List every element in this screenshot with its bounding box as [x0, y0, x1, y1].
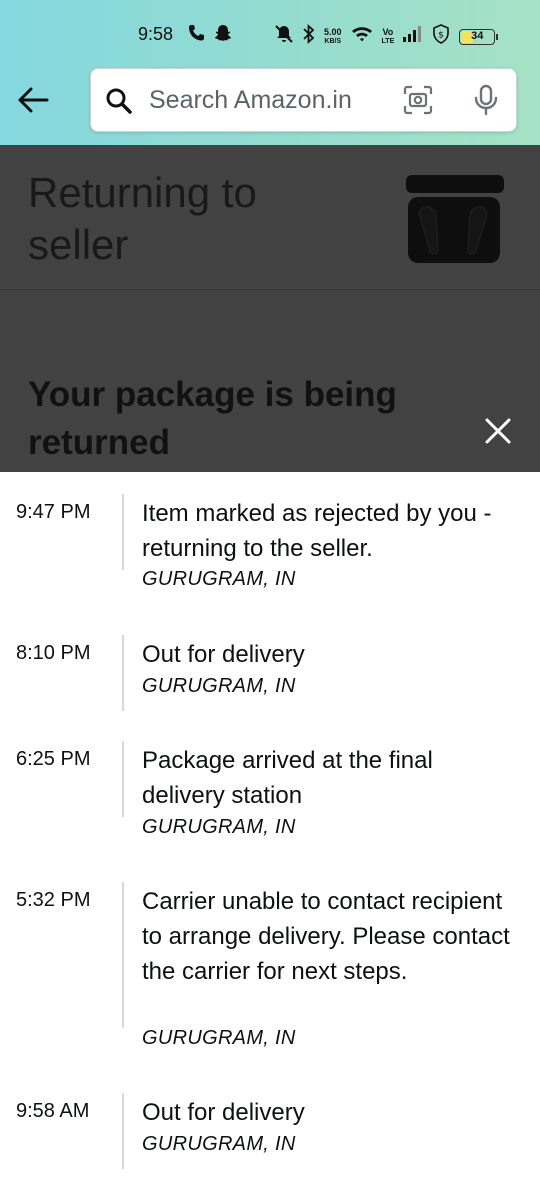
event-location: GURUGRAM, IN: [142, 1027, 296, 1049]
divider: [0, 289, 540, 290]
event-time: 8:10 PM: [16, 642, 91, 664]
app-header: 9:58 5.00 KB/S Vo LTE $ 34 Search Amazon…: [0, 0, 540, 145]
back-button[interactable]: [14, 82, 52, 118]
status-bar: 9:58 5.00 KB/S Vo LTE $ 34: [0, 18, 540, 54]
battery-level: 34: [471, 29, 484, 42]
event-description: Item marked as rejected by you - returni…: [142, 500, 492, 562]
event-location: GURUGRAM, IN: [142, 675, 296, 697]
network-speed: 5.00 KB/S: [324, 26, 342, 45]
search-input[interactable]: Search Amazon.in: [90, 68, 517, 132]
wifi-icon: [351, 25, 373, 48]
vpn-shield-icon: $: [432, 24, 450, 49]
status-time: 9:58: [138, 24, 174, 44]
event-time: 9:58 AM: [16, 1100, 90, 1122]
timeline-bar: [122, 741, 124, 817]
package-status-heading: Your package is being returned: [28, 375, 397, 462]
timeline-bar: [122, 635, 124, 711]
timeline-bar: [122, 1093, 124, 1169]
bluetooth-icon: [303, 23, 315, 49]
product-image: [402, 171, 506, 267]
event-location: GURUGRAM, IN: [142, 568, 296, 590]
page-title: Returning to seller: [28, 169, 257, 268]
event-time: 5:32 PM: [16, 889, 91, 911]
volte-indicator: Vo LTE: [381, 26, 395, 45]
camera-scan-icon[interactable]: [403, 85, 433, 120]
search-icon: [105, 87, 133, 120]
event-location: GURUGRAM, IN: [142, 1133, 296, 1155]
event-location: GURUGRAM, IN: [142, 816, 296, 838]
page-content-overlay: Returning to seller Your package is bein…: [0, 145, 540, 472]
microphone-icon[interactable]: [473, 84, 499, 121]
back-arrow-icon: [18, 87, 49, 113]
phone-icon: [188, 24, 204, 47]
snapchat-icon: [214, 24, 232, 47]
close-button[interactable]: [480, 413, 516, 449]
event-description: Package arrived at the final delivery st…: [142, 747, 433, 809]
timeline-bar: [122, 882, 124, 1028]
battery-icon: 34: [459, 28, 499, 45]
tracking-events-sheet: 9:47 PM Item marked as rejected by you -…: [0, 472, 540, 1200]
svg-text:$: $: [438, 31, 444, 41]
signal-icon: [403, 26, 423, 47]
mute-icon: [274, 24, 294, 49]
event-description: Out for delivery: [142, 1099, 305, 1126]
event-time: 9:47 PM: [16, 501, 91, 523]
search-placeholder: Search Amazon.in: [149, 86, 352, 114]
close-icon: [485, 418, 511, 444]
event-description: Out for delivery: [142, 641, 305, 668]
event-description: Carrier unable to contact recipient to a…: [142, 888, 510, 985]
event-time: 6:25 PM: [16, 748, 91, 770]
timeline-bar: [122, 494, 124, 570]
